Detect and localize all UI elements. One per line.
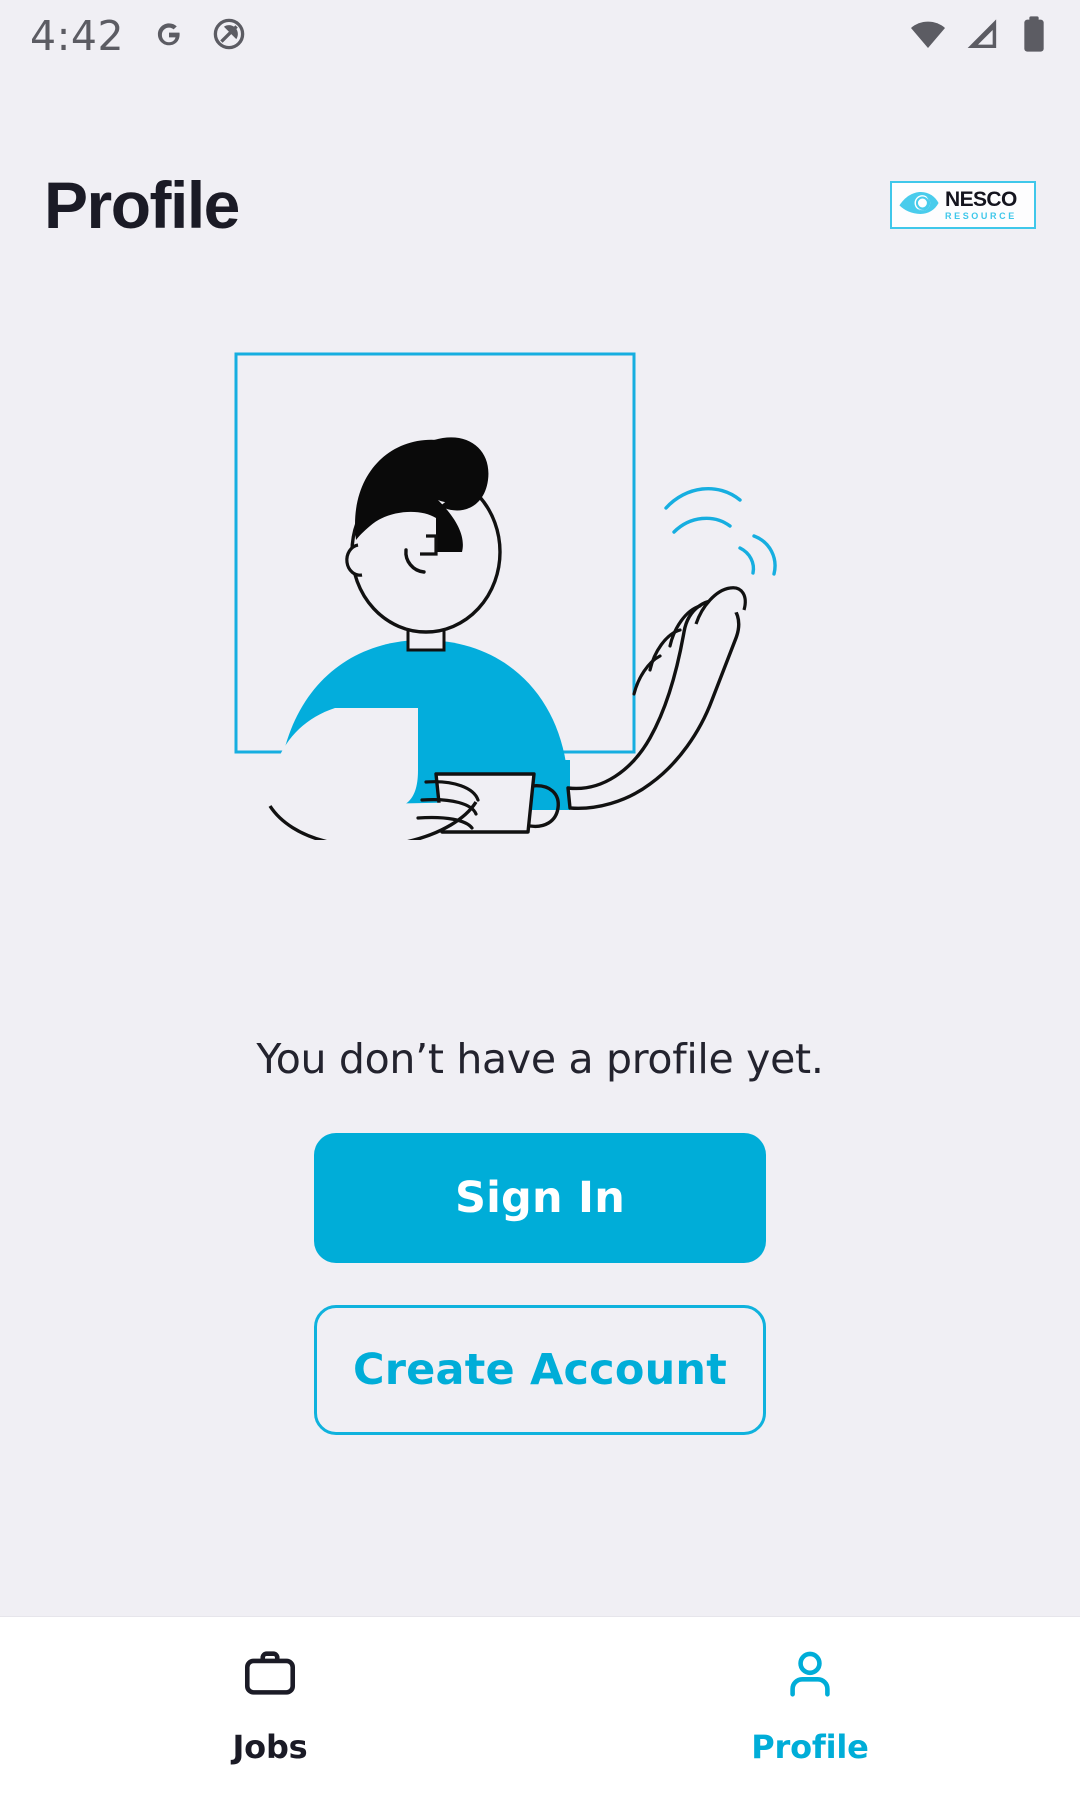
eye-wave-icon xyxy=(898,188,940,223)
logo-text-group: NESCO RESOURCE xyxy=(945,189,1017,221)
sign-in-button[interactable]: Sign In xyxy=(314,1133,766,1263)
circle-slash-icon xyxy=(210,15,248,58)
wifi-icon xyxy=(908,14,948,59)
bottom-navigation-bar: Jobs Profile xyxy=(0,1616,1080,1794)
page-title: Profile xyxy=(44,168,240,242)
auth-actions: Sign In Create Account xyxy=(0,1133,1080,1435)
status-bar: 4:42 xyxy=(0,0,1080,72)
person-icon xyxy=(781,1645,839,1708)
create-account-button[interactable]: Create Account xyxy=(314,1305,766,1435)
nav-label-profile: Profile xyxy=(751,1728,869,1766)
logo-brand-name: NESCO xyxy=(945,188,1017,211)
waving-person-illustration xyxy=(0,330,1080,850)
briefcase-icon xyxy=(241,1645,299,1708)
status-bar-clock: 4:42 xyxy=(30,12,125,60)
nav-item-jobs[interactable]: Jobs xyxy=(0,1617,540,1794)
logo-brand-subtitle: RESOURCE xyxy=(945,211,1017,221)
battery-icon xyxy=(1016,14,1052,59)
nesco-resource-logo: NESCO RESOURCE xyxy=(890,181,1036,229)
empty-state-message: You don’t have a profile yet. xyxy=(256,1035,824,1083)
status-bar-notification-icons xyxy=(150,15,248,58)
google-g-icon xyxy=(150,15,188,58)
cellular-signal-icon xyxy=(962,14,1002,59)
nav-item-profile[interactable]: Profile xyxy=(540,1617,1080,1794)
status-bar-system-icons xyxy=(908,14,1052,59)
nav-label-jobs: Jobs xyxy=(232,1728,308,1766)
page-header: Profile NESCO RESOURCE xyxy=(0,150,1080,260)
